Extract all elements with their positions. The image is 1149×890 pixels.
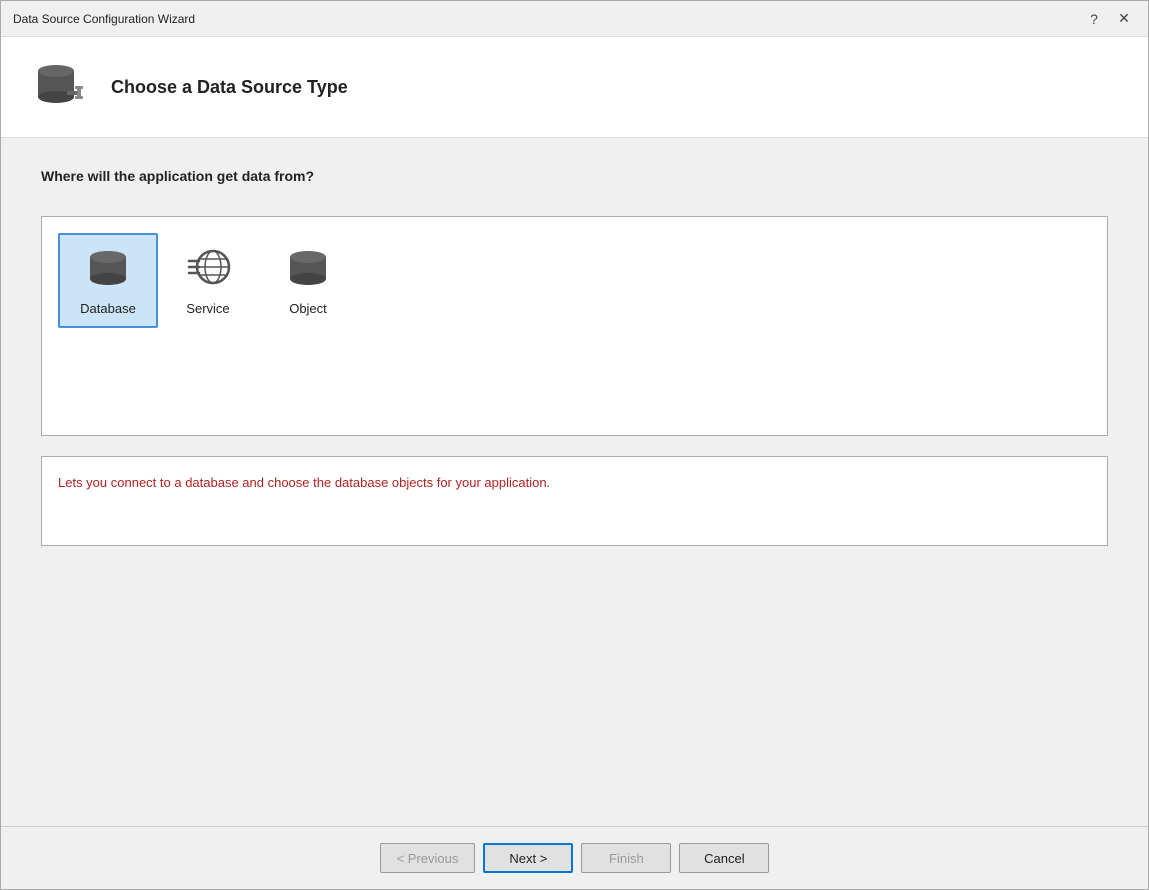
object-label: Object [289,301,327,316]
database-icon [83,245,133,295]
header-title-text: Choose a Data Source Type [111,77,348,98]
header-section: Choose a Data Source Type [1,37,1148,138]
description-text: Lets you connect to a database and choos… [58,475,550,490]
database-label: Database [80,301,136,316]
title-bar: Data Source Configuration Wizard ? ✕ [1,1,1148,37]
dialog-window: Data Source Configuration Wizard ? ✕ [0,0,1149,890]
title-bar-left: Data Source Configuration Wizard [13,12,195,26]
datasource-item-object[interactable]: Object [258,233,358,328]
description-box: Lets you connect to a database and choos… [41,456,1108,546]
finish-button[interactable]: Finish [581,843,671,873]
footer: < Previous Next > Finish Cancel [1,826,1148,889]
datasource-grid: Database Service [41,216,1108,436]
close-button[interactable]: ✕ [1112,7,1136,31]
service-label: Service [186,301,229,316]
title-bar-right: ? ✕ [1082,7,1136,31]
previous-button[interactable]: < Previous [380,843,476,873]
object-icon [283,245,333,295]
header-db-icon [31,57,91,117]
window-title: Data Source Configuration Wizard [13,12,195,26]
question-label: Where will the application get data from… [41,168,1108,184]
datasource-item-database[interactable]: Database [58,233,158,328]
next-button[interactable]: Next > [483,843,573,873]
datasource-item-service[interactable]: Service [158,233,258,328]
content-section: Where will the application get data from… [1,138,1148,826]
help-button[interactable]: ? [1082,7,1106,31]
service-icon [183,245,233,295]
cancel-button[interactable]: Cancel [679,843,769,873]
